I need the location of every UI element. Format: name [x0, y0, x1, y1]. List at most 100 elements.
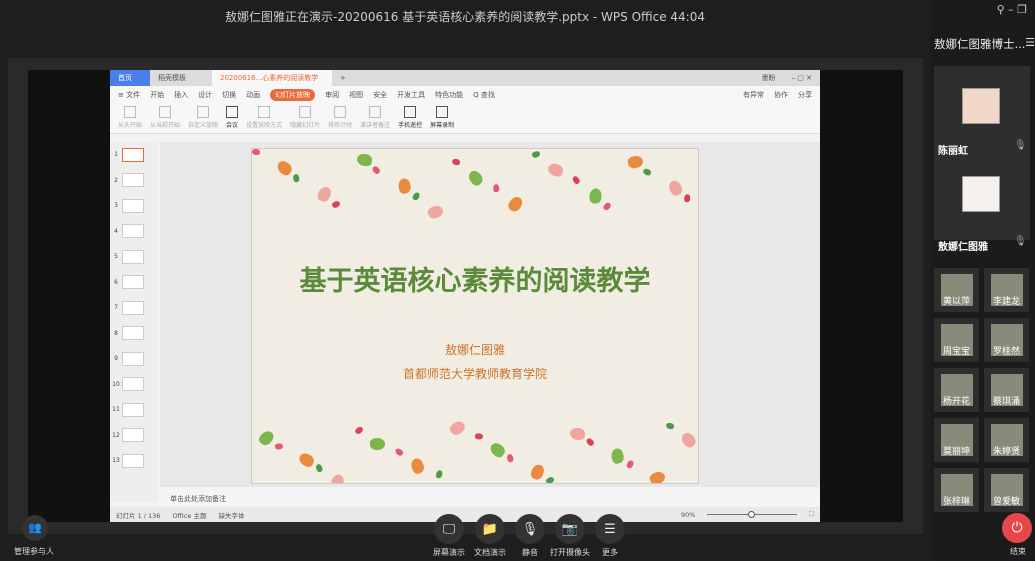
menu-item[interactable]: ≡ 文件 [118, 90, 140, 100]
tab-document[interactable]: 20200616...心素养的阅读教学 [212, 70, 332, 86]
thumbnail-image [122, 147, 144, 162]
ribbon-button[interactable]: 手机遥控 [398, 106, 422, 131]
menu-item[interactable]: 开始 [150, 90, 164, 100]
participant-tile[interactable]: 黄以萍 [934, 268, 979, 312]
menu-item[interactable]: Q 查找 [473, 90, 495, 100]
menu-item[interactable]: 开发工具 [397, 90, 425, 100]
slide-thumbnail[interactable]: 5 [110, 244, 158, 270]
control-button[interactable]: 📁 文档演示 [474, 514, 506, 558]
flower-decoration [313, 463, 324, 474]
participant-tile[interactable]: 朱婷贤 [984, 418, 1029, 462]
control-button[interactable]: 🎙 静音 [515, 514, 545, 558]
thumbnail-image [122, 224, 144, 239]
menu-item[interactable]: 审阅 [325, 90, 339, 100]
slide-thumbnail[interactable]: 4 [110, 219, 158, 245]
slide-thumbnail[interactable]: 8 [110, 321, 158, 347]
ribbon-label: 会议 [226, 122, 239, 129]
control-button[interactable]: ☰ 更多 [595, 514, 625, 558]
ribbon-button[interactable]: 屏幕录制 [430, 106, 454, 131]
flower-decoration [569, 427, 586, 441]
thumbnail-image [122, 377, 144, 392]
slide-thumbnail[interactable]: 1 [110, 142, 158, 168]
slide-thumbnail[interactable]: 12 [110, 423, 158, 449]
menu-item[interactable]: 动画 [246, 90, 260, 100]
new-tab-button[interactable]: + [332, 70, 354, 86]
manage-participants-button[interactable]: 👥 [22, 515, 48, 541]
control-label: 打开摄像头 [550, 548, 590, 557]
ribbon-button[interactable]: 排练计时 [328, 106, 352, 131]
missing-font[interactable]: 缺失字体 [218, 510, 244, 520]
slide-title: 基于英语核心素养的阅读教学 [299, 266, 651, 297]
menu-icon[interactable]: ☰ [1025, 36, 1035, 49]
control-button[interactable]: 🖵 屏幕演示 [433, 514, 465, 558]
slide-thumbnail[interactable]: 7 [110, 295, 158, 321]
flower-decoration [409, 456, 426, 476]
menu-item[interactable]: 设计 [198, 90, 212, 100]
ribbon-button[interactable]: 隐藏幻灯片 [290, 106, 320, 131]
menu-item[interactable]: 特色功能 [435, 90, 463, 100]
participant-tile[interactable]: 周宝宝 [934, 318, 979, 362]
slide-thumbnail[interactable]: 11 [110, 397, 158, 423]
thumbnail-panel[interactable]: 1 2 3 4 5 6 7 8 9 10 11 12 13 [110, 142, 158, 502]
slide-thumbnail[interactable]: 2 [110, 168, 158, 194]
flower-decoration [648, 469, 667, 483]
tab-home[interactable]: 首页 [110, 70, 150, 86]
ribbon-label: 设置放映方式 [246, 122, 283, 129]
thumbnail-number: 4 [114, 227, 118, 235]
slide-thumbnail[interactable]: 10 [110, 372, 158, 398]
slide-thumbnail[interactable]: 13 [110, 448, 158, 474]
ribbon-button[interactable]: 从头开始 [118, 106, 142, 131]
end-meeting-button[interactable]: ⏻ [1002, 513, 1032, 543]
menu-right-item[interactable]: 有异常 [743, 90, 764, 100]
user-name[interactable]: 墨盼 [754, 70, 784, 86]
notes-field[interactable]: 单击此处添加备注 [160, 490, 820, 506]
flower-decoration [492, 183, 500, 193]
participant-name: 杨开花 [942, 397, 970, 407]
flower-decoration [297, 451, 316, 469]
participant-tile[interactable]: 杨开花 [934, 368, 979, 412]
speaker-name: 敖娜仁图雅 [938, 242, 988, 253]
theme-name[interactable]: Office 主题 [172, 510, 206, 520]
participant-tile[interactable]: 李建龙 [984, 268, 1029, 312]
speaker-name: 陈丽虹 [938, 146, 968, 157]
zoom-slider[interactable] [707, 511, 798, 518]
flower-decoration [584, 437, 595, 448]
ribbon-icon [436, 106, 449, 118]
ribbon-button[interactable]: 设置放映方式 [246, 106, 282, 131]
participant-tile[interactable]: 张梓琳 [934, 468, 979, 512]
control-icon: 🎙 [515, 514, 545, 544]
menu-item[interactable]: 插入 [174, 90, 188, 100]
fullscreen-icon[interactable]: ⛶ [809, 510, 814, 519]
participant-tile[interactable]: 曾爱敏 [984, 468, 1029, 512]
flower-decoration [369, 437, 386, 451]
flower-decoration [434, 469, 443, 479]
menu-right-item[interactable]: 分享 [798, 90, 812, 100]
slide-thumbnail[interactable]: 6 [110, 270, 158, 296]
participant-name: 黄以萍 [942, 297, 970, 307]
ribbon-icon [404, 106, 417, 118]
slide-thumbnail[interactable]: 9 [110, 346, 158, 372]
ribbon-button[interactable]: 演讲者备注 [360, 106, 390, 131]
participant-tile[interactable]: 蔡琪涌 [984, 368, 1029, 412]
tab-templates[interactable]: 稻壳模板 [150, 70, 212, 86]
control-button[interactable]: 📷 打开摄像头 [550, 514, 590, 558]
participant-tile[interactable]: 莫丽坤 [934, 418, 979, 462]
ribbon-button[interactable]: 自定义放映 [188, 106, 218, 131]
participant-tile[interactable]: 罗桂然 [984, 318, 1029, 362]
thumbnail-number: 10 [112, 380, 120, 388]
ribbon-button[interactable]: 会议 [226, 106, 238, 131]
flower-decoration [396, 177, 412, 195]
menu-item[interactable]: 切换 [222, 90, 236, 100]
menu-item[interactable]: 安全 [373, 90, 387, 100]
menu-item[interactable]: 幻灯片放映 [270, 89, 316, 101]
slide-thumbnail[interactable]: 3 [110, 193, 158, 219]
window-controls[interactable]: – ▢ ✕ [784, 70, 820, 86]
flower-decoration [602, 201, 612, 212]
ribbon-icon [197, 106, 210, 118]
window-controls[interactable]: ⚲ – ❐ [997, 3, 1027, 16]
ribbon-button[interactable]: 从当前开始 [150, 106, 180, 131]
menu-right-item[interactable]: 协作 [774, 90, 788, 100]
ribbon-icon [124, 106, 136, 118]
menu-item[interactable]: 视图 [349, 90, 363, 100]
zoom-level[interactable]: 90% [681, 511, 695, 519]
